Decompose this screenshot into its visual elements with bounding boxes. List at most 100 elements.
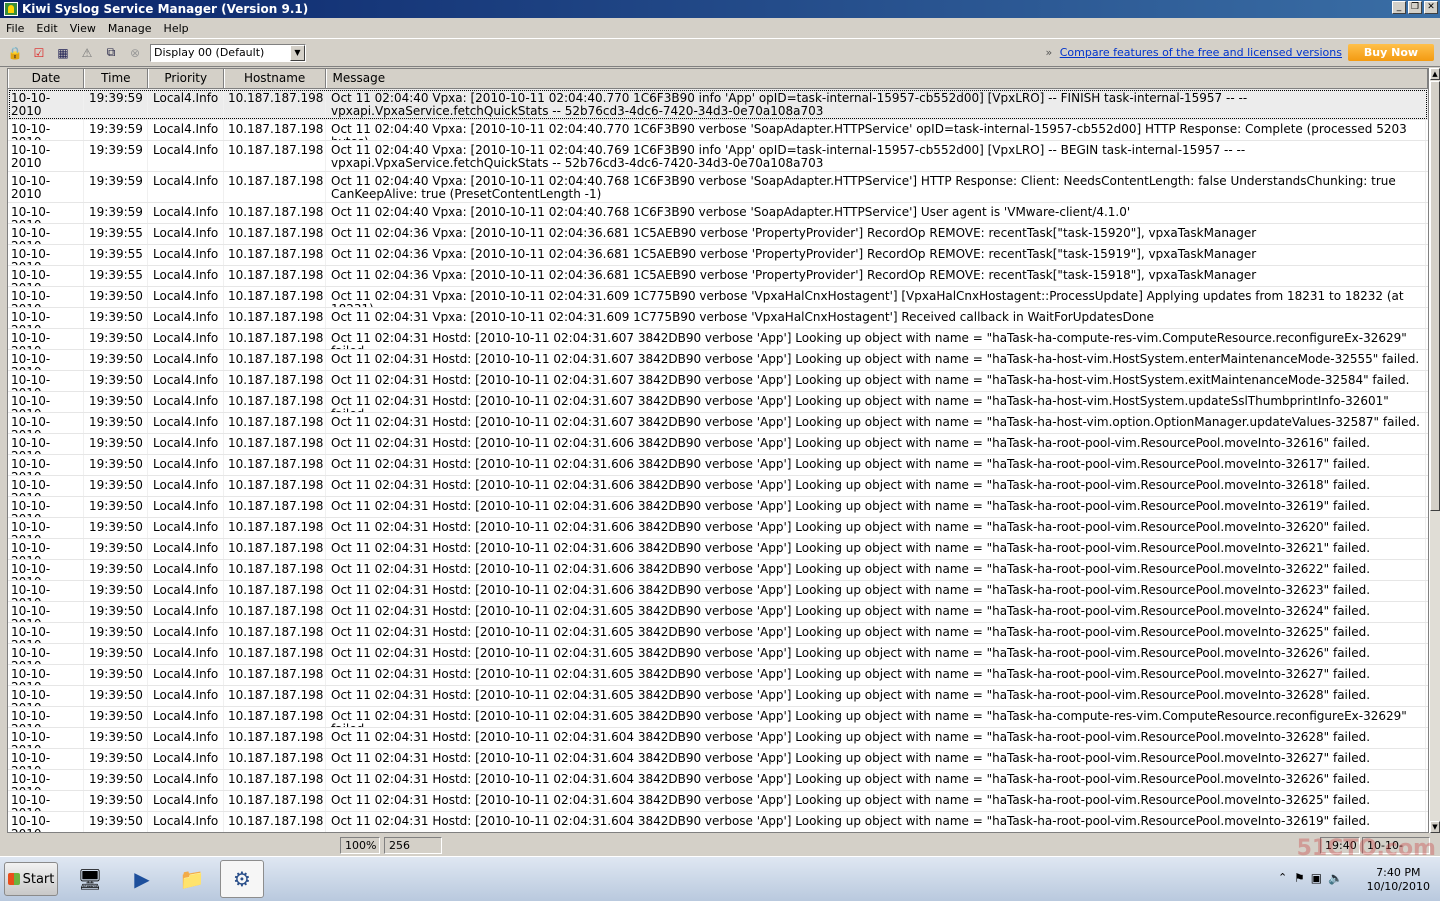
table-row[interactable]: 10-10-201019:39:50Local4.Info10.187.187.… bbox=[8, 434, 1428, 455]
table-row[interactable]: 10-10-201019:39:50Local4.Info10.187.187.… bbox=[8, 329, 1428, 350]
start-button[interactable]: Start bbox=[4, 862, 58, 896]
cell-message: Oct 11 02:04:40 Vpxa: [2010-10-11 02:04:… bbox=[326, 172, 1426, 202]
show-hidden-icons-icon[interactable]: ⌃ bbox=[1278, 871, 1287, 884]
cell-hostname: 10.187.187.198 bbox=[224, 89, 326, 119]
lock-icon[interactable]: 🔒 bbox=[6, 44, 24, 62]
table-row[interactable]: 10-10-201019:39:50Local4.Info10.187.187.… bbox=[8, 791, 1428, 812]
table-row[interactable]: 10-10-201019:39:50Local4.Info10.187.187.… bbox=[8, 455, 1428, 476]
column-priority[interactable]: Priority bbox=[147, 69, 224, 88]
chart-icon[interactable]: ▦ bbox=[54, 44, 72, 62]
table-row[interactable]: 10-10-201019:39:59Local4.Info10.187.187.… bbox=[8, 203, 1428, 224]
compare-link[interactable]: Compare features of the free and license… bbox=[1060, 46, 1342, 59]
vertical-scrollbar[interactable]: ▲ ▼ bbox=[1429, 68, 1440, 833]
menu-view[interactable]: View bbox=[64, 22, 102, 35]
column-message[interactable]: Message bbox=[325, 69, 1428, 88]
explorer-folder-icon[interactable]: 📁 bbox=[170, 860, 214, 898]
close-button[interactable]: ✕ bbox=[1424, 1, 1438, 14]
buy-now-button[interactable]: Buy Now bbox=[1348, 44, 1434, 61]
table-row[interactable]: 10-10-201019:39:55Local4.Info10.187.187.… bbox=[8, 245, 1428, 266]
scroll-down-icon[interactable]: ▼ bbox=[1430, 821, 1440, 833]
scroll-up-icon[interactable]: ▲ bbox=[1430, 68, 1440, 80]
tray-icons[interactable]: ⚑▣🔈 bbox=[1294, 871, 1349, 885]
table-row[interactable]: 10-10-201019:39:50Local4.Info10.187.187.… bbox=[8, 476, 1428, 497]
menu-file[interactable]: File bbox=[0, 22, 30, 35]
column-hostname[interactable]: Hostname bbox=[223, 69, 326, 88]
cell-date: 10-10-2010 bbox=[8, 812, 84, 832]
table-row[interactable]: 10-10-201019:39:50Local4.Info10.187.187.… bbox=[8, 560, 1428, 581]
column-date[interactable]: Date bbox=[8, 69, 84, 88]
window-icon[interactable]: ⧉ bbox=[102, 44, 120, 62]
clipboard-check-icon[interactable]: ☑ bbox=[30, 44, 48, 62]
table-row[interactable]: 10-10-201019:39:50Local4.Info10.187.187.… bbox=[8, 644, 1428, 665]
cell-date: 10-10-2010 bbox=[8, 350, 84, 370]
menu-manage[interactable]: Manage bbox=[102, 22, 158, 35]
scroll-thumb[interactable] bbox=[1430, 81, 1440, 511]
table-row[interactable]: 10-10-201019:39:50Local4.Info10.187.187.… bbox=[8, 518, 1428, 539]
table-row[interactable]: 10-10-201019:39:55Local4.Info10.187.187.… bbox=[8, 266, 1428, 287]
table-row[interactable]: 10-10-201019:39:50Local4.Info10.187.187.… bbox=[8, 812, 1428, 832]
menu-help[interactable]: Help bbox=[158, 22, 195, 35]
server-manager-icon[interactable]: 🖥 bbox=[68, 860, 112, 898]
table-row[interactable]: 10-10-201019:39:50Local4.Info10.187.187.… bbox=[8, 497, 1428, 518]
cell-date: 10-10-2010 bbox=[8, 329, 84, 349]
table-row[interactable]: 10-10-201019:39:50Local4.Info10.187.187.… bbox=[8, 413, 1428, 434]
powershell-icon[interactable]: ▶ bbox=[120, 860, 164, 898]
cell-hostname: 10.187.187.198 bbox=[224, 392, 326, 412]
table-row[interactable]: 10-10-201019:39:50Local4.Info10.187.187.… bbox=[8, 350, 1428, 371]
column-time[interactable]: Time bbox=[83, 69, 148, 88]
table-row[interactable]: 10-10-201019:39:50Local4.Info10.187.187.… bbox=[8, 728, 1428, 749]
cell-priority: Local4.Info bbox=[148, 644, 224, 664]
cell-priority: Local4.Info bbox=[148, 245, 224, 265]
table-row[interactable]: 10-10-201019:39:55Local4.Info10.187.187.… bbox=[8, 224, 1428, 245]
status-rate: 256 MPH bbox=[384, 837, 442, 867]
display-select[interactable]: Display 00 (Default) ▼ bbox=[150, 43, 306, 62]
cell-message: Oct 11 02:04:31 Hostd: [2010-10-11 02:04… bbox=[326, 518, 1426, 538]
table-row[interactable]: 10-10-201019:39:50Local4.Info10.187.187.… bbox=[8, 707, 1428, 728]
cell-priority: Local4.Info bbox=[148, 749, 224, 769]
table-row[interactable]: 10-10-201019:39:50Local4.Info10.187.187.… bbox=[8, 308, 1428, 329]
cell-priority: Local4.Info bbox=[148, 89, 224, 119]
warning-icon[interactable]: ⚠ bbox=[78, 44, 96, 62]
close-circle-icon[interactable]: ⊗ bbox=[126, 44, 144, 62]
kiwi-syslog-taskbar-icon[interactable]: ⚙ bbox=[220, 860, 264, 898]
table-row[interactable]: 10-10-201019:39:50Local4.Info10.187.187.… bbox=[8, 749, 1428, 770]
cell-date: 10-10-2010 bbox=[8, 602, 84, 622]
table-row[interactable]: 10-10-201019:39:50Local4.Info10.187.187.… bbox=[8, 581, 1428, 602]
cell-message: Oct 11 02:04:31 Hostd: [2010-10-11 02:04… bbox=[326, 392, 1426, 412]
cell-time: 19:39:50 bbox=[84, 287, 148, 307]
cell-hostname: 10.187.187.198 bbox=[224, 434, 326, 454]
cell-hostname: 10.187.187.198 bbox=[224, 623, 326, 643]
table-row[interactable]: 10-10-201019:39:50Local4.Info10.187.187.… bbox=[8, 665, 1428, 686]
cell-message: Oct 11 02:04:31 Hostd: [2010-10-11 02:04… bbox=[326, 623, 1426, 643]
table-row[interactable]: 10-10-201019:39:59Local4.Info10.187.187.… bbox=[8, 172, 1428, 203]
table-row[interactable]: 10-10-201019:39:50Local4.Info10.187.187.… bbox=[8, 602, 1428, 623]
table-row[interactable]: 10-10-201019:39:59Local4.Info10.187.187.… bbox=[8, 141, 1428, 172]
cell-hostname: 10.187.187.198 bbox=[224, 350, 326, 370]
minimize-button[interactable]: _ bbox=[1392, 1, 1406, 14]
cell-message: Oct 11 02:04:31 Hostd: [2010-10-11 02:04… bbox=[326, 476, 1426, 496]
table-row[interactable]: 10-10-201019:39:59Local4.Info10.187.187.… bbox=[8, 89, 1428, 120]
table-row[interactable]: 10-10-201019:39:50Local4.Info10.187.187.… bbox=[8, 539, 1428, 560]
table-row[interactable]: 10-10-201019:39:50Local4.Info10.187.187.… bbox=[8, 623, 1428, 644]
cell-message: Oct 11 02:04:31 Hostd: [2010-10-11 02:04… bbox=[326, 728, 1426, 748]
chevron-down-icon[interactable]: ▼ bbox=[290, 44, 305, 61]
table-row[interactable]: 10-10-201019:39:50Local4.Info10.187.187.… bbox=[8, 287, 1428, 308]
table-row[interactable]: 10-10-201019:39:50Local4.Info10.187.187.… bbox=[8, 686, 1428, 707]
table-row[interactable]: 10-10-201019:39:50Local4.Info10.187.187.… bbox=[8, 770, 1428, 791]
cell-date: 10-10-2010 bbox=[8, 141, 84, 171]
cell-date: 10-10-2010 bbox=[8, 434, 84, 454]
cell-time: 19:39:50 bbox=[84, 497, 148, 517]
cell-message: Oct 11 02:04:31 Hostd: [2010-10-11 02:04… bbox=[326, 665, 1426, 685]
table-row[interactable]: 10-10-201019:39:50Local4.Info10.187.187.… bbox=[8, 371, 1428, 392]
cell-priority: Local4.Info bbox=[148, 172, 224, 202]
table-row[interactable]: 10-10-201019:39:59Local4.Info10.187.187.… bbox=[8, 120, 1428, 141]
maximize-button[interactable]: ❐ bbox=[1408, 1, 1422, 14]
cell-priority: Local4.Info bbox=[148, 287, 224, 307]
table-row[interactable]: 10-10-201019:39:50Local4.Info10.187.187.… bbox=[8, 392, 1428, 413]
cell-message: Oct 11 02:04:31 Hostd: [2010-10-11 02:04… bbox=[326, 812, 1426, 832]
clock-date: 10/10/2010 bbox=[1366, 880, 1430, 893]
cell-message: Oct 11 02:04:31 Hostd: [2010-10-11 02:04… bbox=[326, 791, 1426, 811]
cell-hostname: 10.187.187.198 bbox=[224, 172, 326, 202]
menu-edit[interactable]: Edit bbox=[30, 22, 63, 35]
clock[interactable]: 7:40 PM 10/10/2010 bbox=[1367, 866, 1430, 894]
